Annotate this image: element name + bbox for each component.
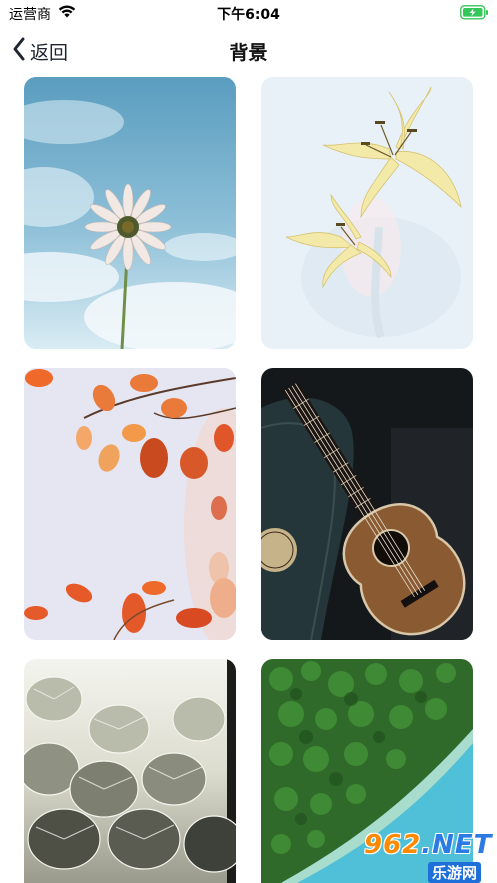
status-bar: 运营商 下午6:04 xyxy=(0,0,497,26)
daisy-sky-image xyxy=(24,77,236,349)
clock: 下午6:04 xyxy=(217,7,280,23)
wallpaper-card-daisy[interactable] xyxy=(24,77,236,349)
wallpaper-card-leaves[interactable] xyxy=(24,368,236,640)
orange-leaves-image xyxy=(24,368,236,640)
navigation-bar: 返回 背景 xyxy=(0,28,497,74)
wallpaper-card-monstera[interactable] xyxy=(24,659,236,883)
monstera-leaves-image xyxy=(24,659,236,883)
watermark-subtext: 乐游网 xyxy=(428,862,482,883)
ukulele-image xyxy=(261,368,473,640)
page-title: 背景 xyxy=(229,42,268,64)
site-watermark-logo: 962.NET 乐游网 xyxy=(358,830,494,883)
wallpaper-card-ukulele[interactable] xyxy=(261,368,473,640)
battery-icon xyxy=(460,5,490,24)
yellow-lily-image xyxy=(261,77,473,349)
wallpaper-card-lily[interactable] xyxy=(261,77,473,349)
watermark-logo-text: 962.NET xyxy=(364,830,493,860)
